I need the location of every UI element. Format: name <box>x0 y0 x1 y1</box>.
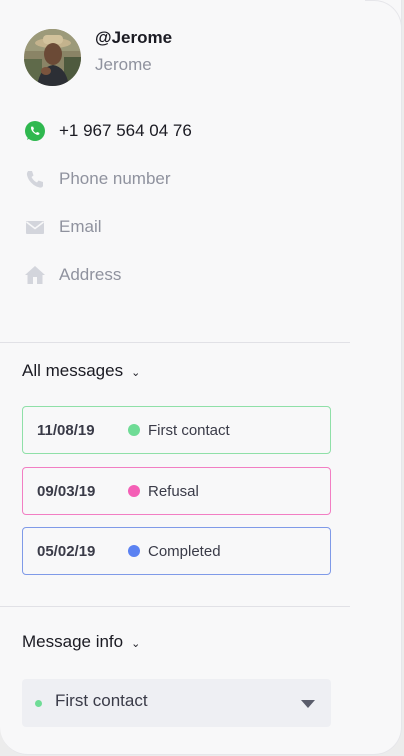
contact-panel: @Jerome Jerome +1 967 564 04 76 Phone nu… <box>0 0 402 755</box>
message-info-dropdown[interactable]: Message info ⌄ <box>22 632 140 652</box>
divider <box>0 342 350 343</box>
phone-row[interactable]: Phone number <box>24 167 171 191</box>
whatsapp-number: +1 967 564 04 76 <box>59 121 192 140</box>
chevron-down-icon: ⌄ <box>131 638 141 650</box>
whatsapp-row[interactable]: +1 967 564 04 76 <box>24 119 192 143</box>
whatsapp-icon <box>24 120 46 142</box>
message-date: 05/02/19 <box>37 543 96 560</box>
status-dot <box>128 545 140 557</box>
profile-name: Jerome <box>95 55 152 74</box>
message-status: Refusal <box>148 483 199 500</box>
message-date: 11/08/19 <box>37 422 95 439</box>
address-row[interactable]: Address <box>24 263 121 287</box>
status-dot <box>35 700 42 707</box>
message-status: Completed <box>148 543 221 560</box>
status-dot <box>128 424 140 436</box>
message-status: First contact <box>148 422 230 439</box>
phone-field[interactable]: Phone number <box>59 169 171 189</box>
status-dot <box>128 485 140 497</box>
message-card[interactable]: 11/08/19 First contact <box>22 406 331 454</box>
all-messages-title: All messages <box>22 361 124 380</box>
caret-down-icon[interactable] <box>301 700 315 708</box>
divider <box>0 606 350 607</box>
email-field[interactable]: Email <box>59 217 102 237</box>
message-card[interactable]: 05/02/19 Completed <box>22 527 331 575</box>
phone-icon <box>24 168 46 190</box>
profile-handle: @Jerome <box>95 28 173 47</box>
all-messages-dropdown[interactable]: All messages ⌄ <box>22 361 140 381</box>
avatar-image <box>24 29 81 86</box>
address-field[interactable]: Address <box>59 265 121 285</box>
status-select-value: First contact <box>55 691 148 710</box>
message-card[interactable]: 09/03/19 Refusal <box>22 467 331 515</box>
status-select[interactable]: First contact <box>22 679 331 727</box>
home-icon <box>24 264 46 286</box>
mail-icon <box>24 216 46 238</box>
message-info-title: Message info <box>22 632 124 651</box>
chevron-down-icon: ⌄ <box>131 367 141 379</box>
avatar[interactable] <box>24 29 81 86</box>
message-date: 09/03/19 <box>37 483 96 500</box>
email-row[interactable]: Email <box>24 215 102 239</box>
